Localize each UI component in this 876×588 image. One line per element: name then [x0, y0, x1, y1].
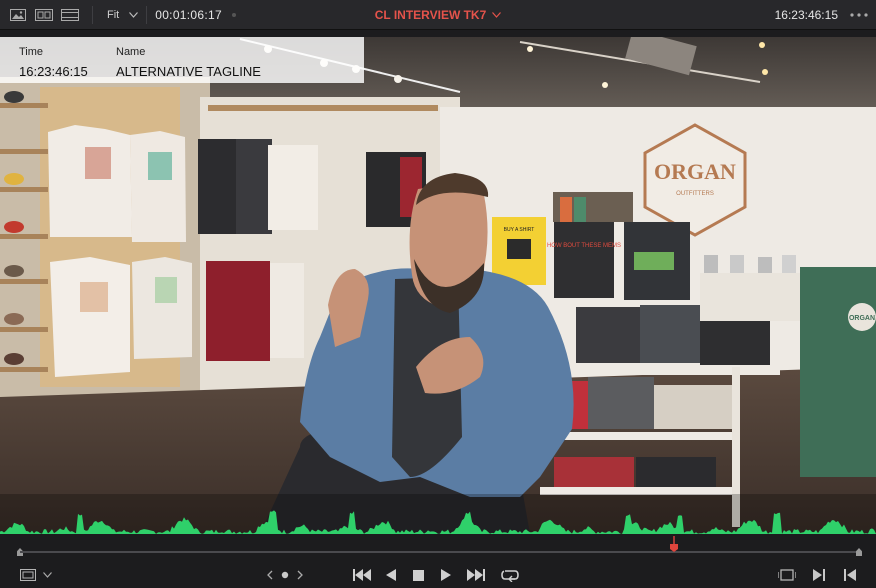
- play-reverse-icon[interactable]: [383, 565, 399, 585]
- sign-text-sub: OUTFITTERS: [676, 191, 714, 197]
- time-label: Time: [19, 46, 44, 58]
- clip-name: CL INTERVIEW TK7: [374, 8, 487, 22]
- play-icon[interactable]: [438, 565, 454, 585]
- name-value: ALTERNATIVE TAGLINE: [116, 64, 261, 79]
- clip-name-dropdown[interactable]: CL INTERVIEW TK7: [375, 8, 502, 22]
- toolbar-divider: [146, 5, 148, 24]
- name-label: Name: [116, 46, 146, 58]
- playhead[interactable]: [669, 536, 679, 552]
- out-point-marker[interactable]: [856, 548, 862, 556]
- match-frame-icon[interactable]: [776, 565, 798, 585]
- timecode-indicator-dot: [231, 12, 236, 17]
- more-options-icon[interactable]: [848, 6, 870, 24]
- prev-clip-icon[interactable]: [842, 565, 858, 585]
- jog-left-icon[interactable]: [264, 565, 276, 585]
- time-value: 16:23:46:15: [19, 64, 88, 79]
- video-viewer[interactable]: ORGAN OUTFITTERS BUY A SHIRT HOW BOUT TH…: [0, 37, 876, 534]
- poster-buy-shirt: BUY A SHIRT: [504, 227, 535, 233]
- chevron-down-icon[interactable]: [40, 565, 54, 585]
- sign-text-main: ORGAN: [654, 159, 736, 184]
- transport-controls: [0, 562, 876, 588]
- viewer-mode-icon[interactable]: [18, 565, 38, 585]
- video-frame: ORGAN OUTFITTERS BUY A SHIRT HOW BOUT TH…: [0, 37, 876, 534]
- skip-to-start-icon[interactable]: [351, 565, 373, 585]
- loop-icon[interactable]: [499, 565, 521, 585]
- record-timecode[interactable]: 16:23:46:15: [775, 8, 838, 22]
- jog-right-icon[interactable]: [294, 565, 306, 585]
- toolbar-divider: [92, 5, 93, 24]
- shirt-logo-text: ORGAN: [849, 315, 875, 322]
- film-strip-icon[interactable]: [60, 8, 80, 22]
- scrub-track[interactable]: [20, 551, 859, 553]
- viewer-layout-icon[interactable]: [8, 8, 28, 22]
- skip-to-end-icon[interactable]: [465, 565, 487, 585]
- audio-waveform: [0, 494, 876, 534]
- source-timecode[interactable]: 00:01:06:17: [155, 8, 222, 22]
- zoom-label: Fit: [107, 8, 120, 21]
- image-wipe-icon[interactable]: [34, 8, 54, 22]
- poster-how-bout: HOW BOUT THESE MEMS: [547, 243, 621, 249]
- stop-icon[interactable]: [410, 565, 426, 585]
- zoom-dropdown[interactable]: Fit: [107, 8, 139, 21]
- viewer-toolbar: Fit 00:01:06:17 CL INTERVIEW TK7 16:23:4…: [0, 0, 876, 30]
- timeline-scrubber[interactable]: [0, 534, 876, 562]
- next-clip-icon[interactable]: [811, 565, 827, 585]
- chevron-down-icon: [129, 11, 139, 18]
- chevron-down-icon: [492, 12, 502, 18]
- jog-dot-icon[interactable]: [279, 565, 291, 585]
- metadata-overlay: Time 16:23:46:15 Name ALTERNATIVE TAGLIN…: [0, 37, 364, 83]
